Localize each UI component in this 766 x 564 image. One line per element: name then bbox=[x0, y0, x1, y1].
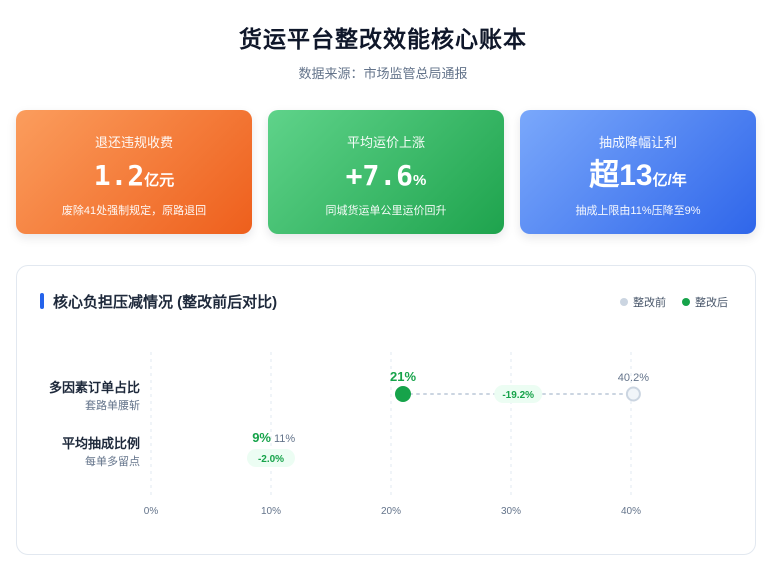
dumbbell-chart: 0% 10% 20% 30% 40% 多因素订单占比套路单腰斩 40.2% 21% -19.2%… bbox=[49, 352, 649, 517]
before-value-label: 11% bbox=[274, 433, 295, 445]
x-tick-label: 30% bbox=[501, 506, 521, 517]
change-label: -19.2% bbox=[502, 390, 534, 401]
change-label: -2.0% bbox=[258, 454, 284, 465]
after-value-label: 9% bbox=[252, 430, 271, 445]
x-tick-label: 10% bbox=[261, 506, 281, 517]
category-label: 多因素订单占比 bbox=[49, 380, 140, 395]
category-label: 平均抽成比例 bbox=[62, 436, 140, 451]
after-point bbox=[395, 386, 411, 402]
after-value-label: 21% bbox=[390, 369, 416, 384]
x-tick-label: 0% bbox=[144, 506, 159, 517]
before-value-label: 40.2% bbox=[618, 372, 649, 384]
category-sublabel: 每单多留点 bbox=[85, 454, 140, 468]
category-sublabel: 套路单腰斩 bbox=[85, 398, 140, 412]
before-point bbox=[625, 386, 641, 402]
x-tick-label: 40% bbox=[621, 506, 641, 517]
x-tick-label: 20% bbox=[381, 506, 401, 517]
